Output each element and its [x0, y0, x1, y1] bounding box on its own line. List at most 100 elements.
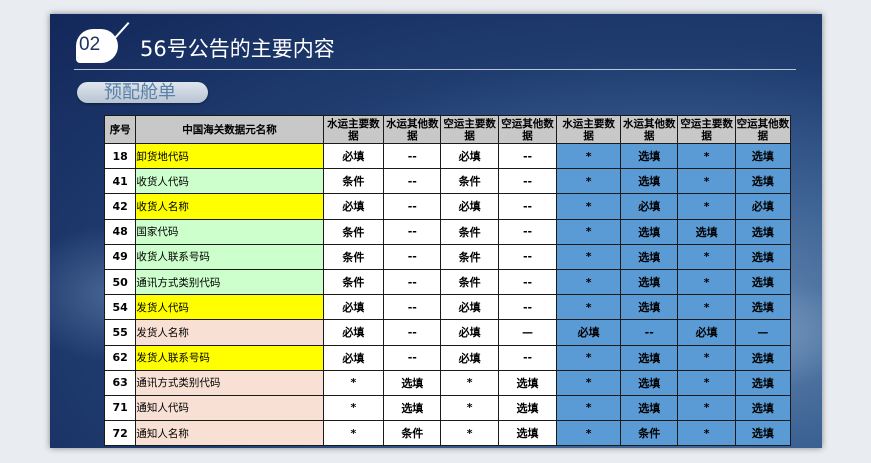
column-header: 水运其他数据 [620, 115, 679, 144]
table-row: 63 通讯方式类别代码 * 选填 * 选填 * 选填 * 选填 [103, 369, 792, 396]
requirement-cell: -- [383, 218, 442, 245]
requirement-cell: -- [497, 193, 558, 220]
requirement-cell: * [677, 369, 736, 396]
title-divider [74, 69, 796, 70]
row-element-name: 通知人代码 [135, 394, 324, 422]
row-seq-number: 72 [103, 420, 137, 447]
row-element-name: 收货人联系号码 [135, 243, 324, 270]
requirement-cell: -- [383, 344, 442, 371]
requirement-cell: -- [383, 142, 442, 170]
requirement-cell: 条件 [322, 218, 385, 245]
requirement-cell: * [556, 369, 622, 396]
requirement-cell: 必填 [440, 193, 499, 220]
requirement-cell: -- [383, 294, 442, 321]
requirement-cell: 条件 [440, 168, 499, 195]
title-slash-decoration [113, 21, 130, 40]
requirement-cell: 必填 [322, 344, 385, 371]
requirement-cell: 条件 [440, 218, 499, 245]
requirement-cell: * [677, 294, 736, 321]
requirement-cell: — [497, 319, 558, 346]
row-element-name: 卸货地代码 [135, 142, 324, 170]
table-header-row: 序号 中国海关数据元名称 水运主要数据 水运其他数据 空运主要数据 空运其他数据 水运主要数… [103, 115, 792, 144]
row-seq-number: 62 [103, 344, 137, 371]
table-row: 71 通知人代码 * 选填 * 选填 * 选填 * 选填 [103, 394, 792, 422]
column-header: 水运其他数据 [383, 115, 442, 144]
row-element-name: 发货人名称 [135, 319, 324, 346]
requirement-cell: * [556, 243, 622, 270]
table-body: 18 卸货地代码 必填 -- 必填 -- * 选填 * 选填 41 收货人代码 条件 -- 条件 -- * 选填 *… [103, 142, 792, 447]
table-row: 42 收货人名称 必填 -- 必填 -- * 必填 * 必填 [103, 193, 792, 220]
requirement-cell: * [556, 420, 622, 447]
requirement-cell: * [322, 420, 385, 447]
requirement-cell: * [556, 394, 622, 422]
requirement-cell: 选填 [620, 394, 679, 422]
requirement-cell: 必填 [440, 319, 499, 346]
requirement-cell: 选填 [620, 142, 679, 170]
requirement-cell: -- [383, 168, 442, 195]
requirement-cell: * [677, 193, 736, 220]
requirement-cell: * [322, 369, 385, 396]
requirement-cell: 选填 [734, 394, 792, 422]
requirement-cell: * [556, 268, 622, 296]
row-element-name: 收货人代码 [135, 168, 324, 195]
requirement-cell: 条件 [440, 243, 499, 270]
table-row: 41 收货人代码 条件 -- 条件 -- * 选填 * 选填 [103, 168, 792, 195]
requirement-cell: * [677, 394, 736, 422]
requirement-cell: * [440, 420, 499, 447]
requirement-cell: 选填 [383, 394, 442, 422]
requirement-cell: 必填 [322, 294, 385, 321]
requirement-cell: 选填 [677, 218, 736, 245]
requirement-cell: 选填 [734, 420, 792, 447]
requirement-cell: 选填 [620, 369, 679, 396]
requirement-cell: * [677, 420, 736, 447]
section-number-badge: 02 [76, 29, 118, 63]
column-header: 空运其他数据 [497, 115, 558, 144]
row-element-name: 通讯方式类别代码 [135, 268, 324, 296]
requirement-cell: 必填 [556, 319, 622, 346]
requirement-cell: * [677, 268, 736, 296]
row-element-name: 发货人联系号码 [135, 344, 324, 371]
requirement-cell: * [677, 142, 736, 170]
row-seq-number: 50 [103, 268, 137, 296]
requirement-cell: 必填 [322, 319, 385, 346]
requirement-cell: 选填 [734, 168, 792, 195]
requirement-cell: -- [497, 294, 558, 321]
requirement-cell: * [556, 294, 622, 321]
table-row: 54 发货人代码 必填 -- 必填 -- * 选填 * 选填 [103, 294, 792, 321]
requirement-cell: 选填 [734, 243, 792, 270]
requirement-cell: -- [383, 243, 442, 270]
row-seq-number: 55 [103, 319, 137, 346]
requirement-cell: 选填 [497, 420, 558, 447]
requirement-cell: -- [497, 268, 558, 296]
row-element-name: 通讯方式类别代码 [135, 369, 324, 396]
section-tag-label: 预配舱单 [104, 82, 176, 103]
slide-title: 56号公告的主要内容 [140, 37, 335, 61]
row-element-name: 收货人名称 [135, 193, 324, 220]
requirement-cell: * [677, 168, 736, 195]
requirement-cell: 选填 [383, 369, 442, 396]
row-seq-number: 41 [103, 168, 137, 195]
column-header: 水运主要数据 [556, 115, 622, 144]
requirement-cell: 选填 [620, 268, 679, 296]
table-row: 50 通讯方式类别代码 条件 -- 条件 -- * 选填 * 选填 [103, 268, 792, 296]
manifest-table: 序号 中国海关数据元名称 水运主要数据 水运其他数据 空运主要数据 空运其他数据 水运主要数… [103, 115, 792, 447]
requirement-cell: * [556, 193, 622, 220]
requirement-cell: 选填 [620, 344, 679, 371]
requirement-cell: * [556, 168, 622, 195]
requirement-cell: -- [383, 193, 442, 220]
requirement-cell: 选填 [734, 218, 792, 245]
row-seq-number: 49 [103, 243, 137, 270]
requirement-cell: -- [497, 168, 558, 195]
column-header: 空运主要数据 [440, 115, 499, 144]
row-seq-number: 18 [103, 142, 137, 170]
requirement-cell: 选填 [734, 142, 792, 170]
row-seq-number: 48 [103, 218, 137, 245]
requirement-cell: 必填 [322, 193, 385, 220]
row-element-name: 通知人名称 [135, 420, 324, 447]
requirement-cell: 选填 [734, 344, 792, 371]
requirement-cell: * [440, 369, 499, 396]
requirement-cell: 必填 [440, 142, 499, 170]
row-element-name: 发货人代码 [135, 294, 324, 321]
column-header: 水运主要数据 [322, 115, 385, 144]
table-row: 48 国家代码 条件 -- 条件 -- * 选填 选填 选填 [103, 218, 792, 245]
